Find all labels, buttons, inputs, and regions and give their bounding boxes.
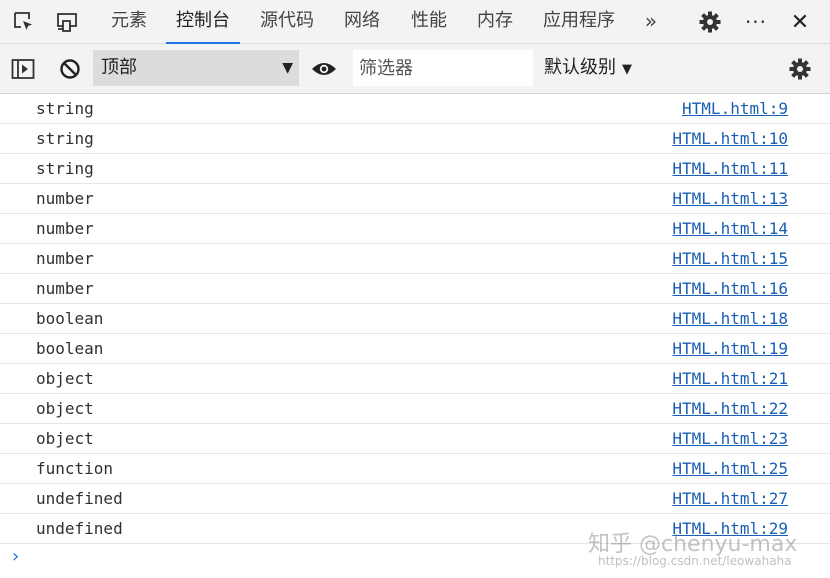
console-settings-gear-icon[interactable] [782, 47, 818, 91]
log-row: number HTML.html:15 [0, 244, 830, 274]
log-row: object HTML.html:23 [0, 424, 830, 454]
more-tabs-button[interactable]: » [640, 0, 662, 44]
log-message: undefined [36, 519, 123, 538]
log-source-link[interactable]: HTML.html:27 [672, 484, 788, 513]
console-prompt-chevron-icon[interactable]: › [12, 546, 19, 567]
log-message: boolean [36, 309, 104, 328]
log-message: string [36, 159, 94, 178]
log-source-link[interactable]: HTML.html:10 [672, 124, 788, 153]
tab-network[interactable]: 网络 [336, 0, 388, 44]
log-row: boolean HTML.html:18 [0, 304, 830, 334]
log-row: boolean HTML.html:19 [0, 334, 830, 364]
tab-performance[interactable]: 性能 [404, 0, 454, 44]
log-message: number [36, 219, 94, 238]
log-row: string HTML.html:11 [0, 154, 830, 184]
log-source-link[interactable]: HTML.html:23 [672, 424, 788, 453]
log-source-link[interactable]: HTML.html:19 [672, 334, 788, 363]
settings-gear-icon[interactable] [692, 0, 728, 44]
log-level-select[interactable]: 默认级别 ▼ [544, 50, 632, 86]
log-message: number [36, 189, 94, 208]
more-options-icon[interactable]: ··· [738, 0, 774, 44]
log-message: undefined [36, 489, 123, 508]
device-emulation-icon[interactable] [50, 0, 86, 44]
log-source-link[interactable]: HTML.html:14 [672, 214, 788, 243]
chevron-down-icon: ▼ [622, 62, 632, 77]
log-row: number HTML.html:14 [0, 214, 830, 244]
log-row: number HTML.html:13 [0, 184, 830, 214]
log-row: number HTML.html:16 [0, 274, 830, 304]
log-source-link[interactable]: HTML.html:21 [672, 364, 788, 393]
log-message: boolean [36, 339, 104, 358]
log-message: number [36, 249, 94, 268]
tab-elements[interactable]: 元素 [98, 0, 160, 44]
context-select-value: 顶部 [101, 57, 137, 78]
log-source-link[interactable]: HTML.html:13 [672, 184, 788, 213]
context-select[interactable]: 顶部 ▼ [93, 50, 299, 86]
log-row: string HTML.html:10 [0, 124, 830, 154]
tab-memory[interactable]: 内存 [470, 0, 520, 44]
console-log-list: string HTML.html:9 string HTML.html:10 str… [0, 94, 830, 544]
log-source-link[interactable]: HTML.html:15 [672, 244, 788, 273]
show-sidebar-icon[interactable] [5, 47, 41, 91]
log-row: undefined HTML.html:27 [0, 484, 830, 514]
console-toolbar: 顶部 ▼ 默认级别 ▼ [0, 44, 830, 94]
log-message: function [36, 459, 114, 478]
log-source-link[interactable]: HTML.html:18 [672, 304, 788, 333]
log-source-link[interactable]: HTML.html:25 [672, 454, 788, 483]
log-message: object [36, 399, 94, 418]
chevron-down-icon: ▼ [282, 60, 293, 76]
inspect-element-icon[interactable] [6, 0, 42, 44]
log-row: object HTML.html:22 [0, 394, 830, 424]
log-message: object [36, 369, 94, 388]
filter-input[interactable] [353, 50, 533, 86]
log-source-link[interactable]: HTML.html:16 [672, 274, 788, 303]
watermark-url: https://blog.csdn.net/leowahaha [598, 554, 792, 568]
tab-console[interactable]: 控制台 [166, 0, 240, 44]
tab-application[interactable]: 应用程序 [536, 0, 622, 44]
log-source-link[interactable]: HTML.html:22 [672, 394, 788, 423]
log-message: object [36, 429, 94, 448]
log-message: number [36, 279, 94, 298]
log-level-label: 默认级别 [544, 57, 616, 78]
tab-sources[interactable]: 源代码 [254, 0, 320, 44]
log-row: object HTML.html:21 [0, 364, 830, 394]
devtools-tab-bar: 元素 控制台 源代码 网络 性能 内存 应用程序 » ··· ✕ [0, 0, 830, 44]
log-message: string [36, 99, 94, 118]
log-row: string HTML.html:9 [0, 94, 830, 124]
log-row: function HTML.html:25 [0, 454, 830, 484]
live-expression-eye-icon[interactable] [306, 47, 342, 91]
log-source-link[interactable]: HTML.html:11 [672, 154, 788, 183]
clear-console-icon[interactable] [52, 47, 88, 91]
close-icon[interactable]: ✕ [782, 0, 818, 44]
log-message: string [36, 129, 94, 148]
log-source-link[interactable]: HTML.html:9 [682, 94, 788, 123]
